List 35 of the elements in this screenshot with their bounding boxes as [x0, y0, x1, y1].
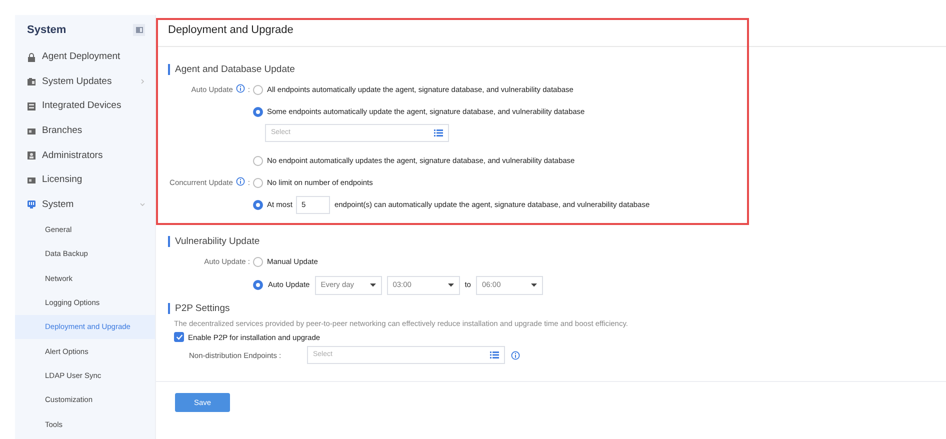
card-icon [27, 126, 36, 136]
monitor-icon [27, 200, 36, 210]
person-icon [27, 151, 36, 160]
section-title: Vulnerability Update [168, 236, 946, 247]
radio-button[interactable] [253, 178, 263, 188]
section-title: Agent and Database Update [168, 64, 946, 75]
list-icon [434, 129, 443, 137]
lock-icon [27, 52, 36, 62]
sidebar-item[interactable]: Branches [15, 118, 155, 144]
radio-button[interactable] [253, 257, 263, 267]
section-title: P2P Settings [168, 303, 946, 314]
sidebar-item[interactable]: Agent Deployment [15, 45, 155, 70]
card-icon [27, 176, 36, 185]
collapse-icon [136, 27, 142, 33]
radio-button[interactable] [253, 107, 263, 117]
radio-button[interactable] [253, 280, 263, 290]
collapse-button[interactable] [133, 24, 145, 36]
box-icon [27, 77, 36, 86]
sidebar-item[interactable]: Administrators [15, 143, 155, 168]
radio-button[interactable] [253, 85, 263, 95]
sidebar-item[interactable]: System Updates [15, 70, 155, 94]
caret-icon [370, 283, 376, 287]
radio-button[interactable] [253, 200, 263, 210]
check-icon [176, 334, 182, 340]
sidebar-item[interactable]: System [15, 192, 155, 218]
sidebar-item[interactable]: Licensing [15, 168, 155, 193]
panel-icon [27, 102, 36, 111]
list-icon [490, 351, 499, 360]
caret-icon [448, 283, 454, 287]
checkbox[interactable] [174, 332, 184, 342]
page-title: Deployment and Upgrade [168, 23, 294, 38]
radio-button[interactable] [253, 156, 263, 166]
sidebar-title: System [27, 22, 66, 38]
sidebar-item[interactable]: Integrated Devices [15, 94, 155, 119]
caret-icon [530, 283, 537, 287]
